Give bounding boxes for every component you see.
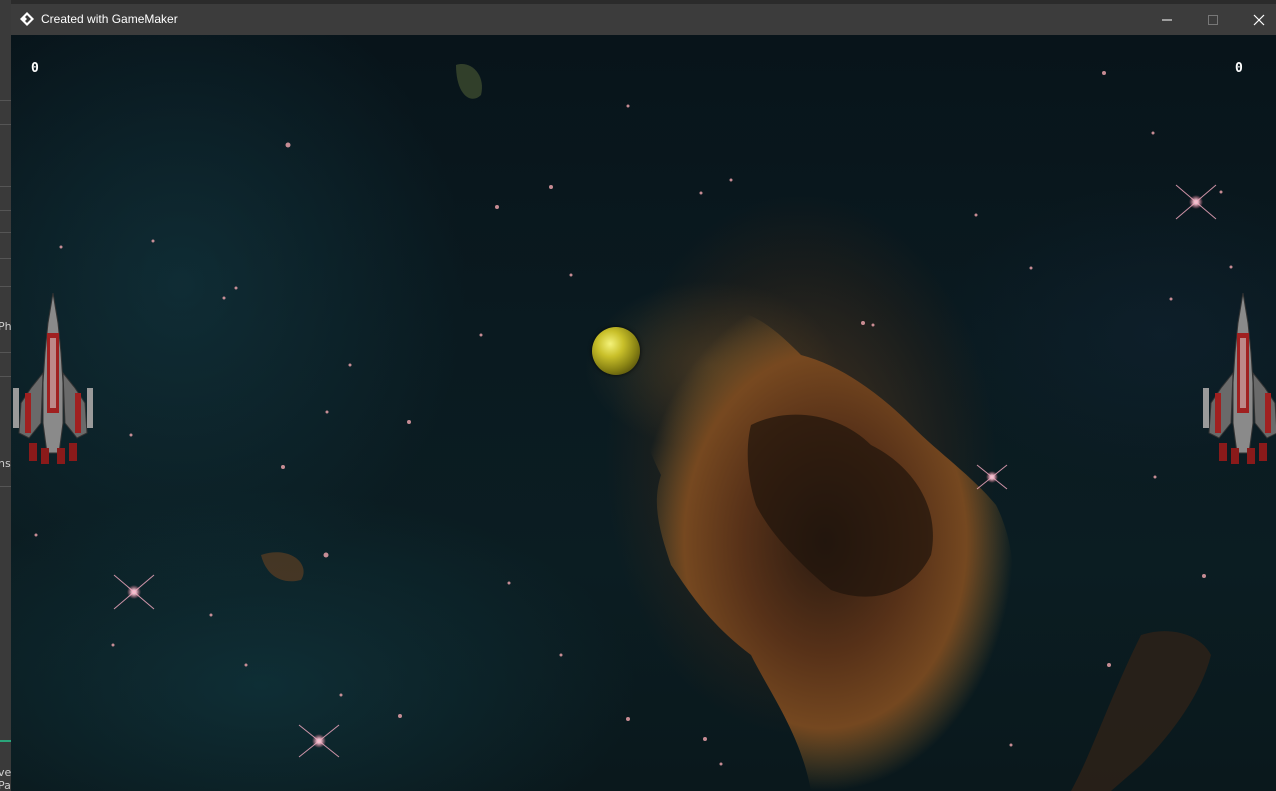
editor-text-fragment: ns [0, 457, 11, 470]
score-left: 0 [31, 61, 39, 76]
editor-text-fragment: Ph [0, 320, 11, 333]
spaceship-left-paddle[interactable] [11, 293, 95, 469]
background-editor-panel: Ph ns ve Pa [0, 0, 11, 791]
spaceship-right-paddle[interactable] [1201, 293, 1276, 469]
game-canvas[interactable]: 0 0 [11, 35, 1276, 791]
space-background [34, 64, 1233, 791]
window-title: Created with GameMaker [41, 12, 178, 26]
flare-star [298, 724, 340, 758]
editor-accent-line [0, 740, 11, 742]
editor-text-fragment: Pa [0, 779, 11, 791]
maximize-icon [1208, 14, 1218, 25]
window-titlebar[interactable]: Created with GameMaker [11, 4, 1276, 35]
flare-star [1175, 184, 1217, 220]
flare-star [976, 464, 1008, 490]
score-right: 0 [1235, 61, 1243, 76]
close-icon [1253, 14, 1265, 25]
maximize-button[interactable] [1190, 4, 1236, 35]
editor-text-fragment: ve [0, 766, 11, 779]
planet-ball [592, 327, 640, 375]
minimize-icon [1162, 19, 1172, 20]
close-button[interactable] [1236, 4, 1276, 35]
minimize-button[interactable] [1144, 4, 1190, 35]
game-window: Created with GameMaker 0 0 [11, 4, 1276, 791]
gamemaker-logo-icon [19, 11, 35, 27]
flare-star [113, 574, 155, 610]
